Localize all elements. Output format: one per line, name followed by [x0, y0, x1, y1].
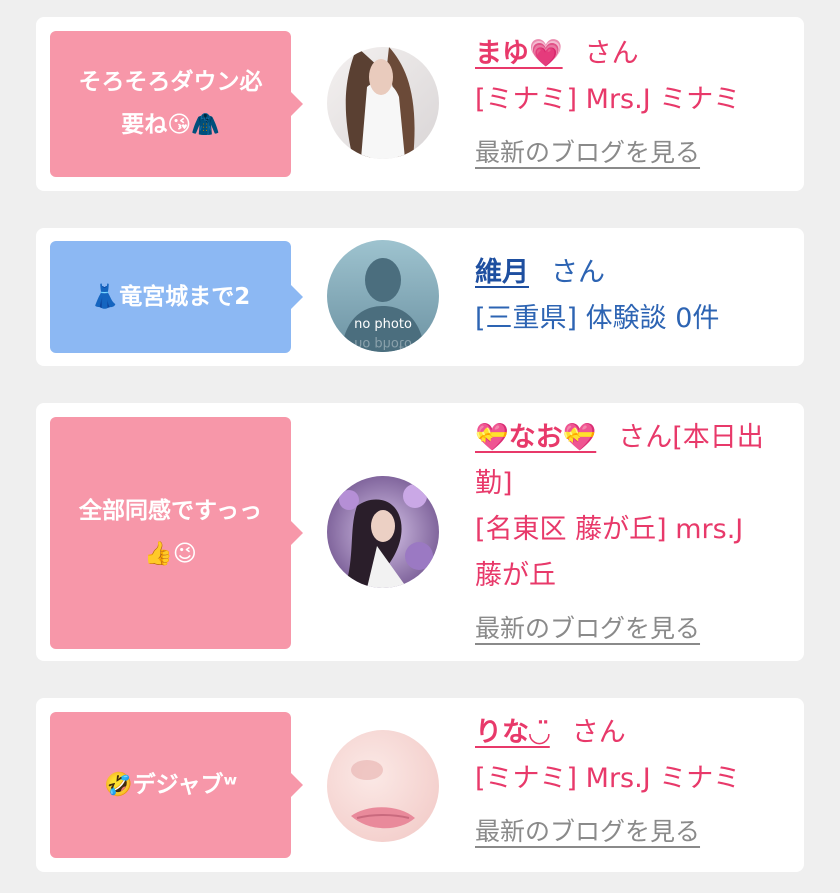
avatar[interactable] — [327, 476, 439, 588]
shop-detail: [名東区 藤が丘] mrs.J — [475, 514, 744, 545]
message-text: 👗竜宮城まで2 — [90, 283, 251, 310]
avatar[interactable] — [327, 47, 439, 159]
honorific: さん[本日出 — [618, 422, 764, 453]
honorific: さん — [551, 257, 605, 288]
message-bubble: 👗竜宮城まで2 — [50, 241, 303, 353]
message-text: 👍😉 — [144, 541, 197, 567]
post-card: 全部同感ですっっ 👍😉 💝なお💝 さん[本日出 勤] [名東区 藤が丘] mrs… — [36, 403, 804, 661]
shop-detail: [三重県] 体験談 0件 — [475, 303, 720, 334]
latest-blog-link[interactable]: 最新のブログを見る — [475, 133, 700, 169]
post-info: 維月 さん [三重県] 体験談 0件 — [475, 250, 790, 342]
message-text: 🤣デジャブʷ — [103, 771, 238, 798]
post-card: 🤣デジャブʷ りな◡̈ さん [ミナミ] Mrs.J ミナミ 最新のブログを見る — [36, 698, 804, 872]
post-card: そろそろダウン必 要ね😘🧥 まゆ💗 さん [ミナミ] Mrs.J ミナミ 最新の… — [36, 17, 804, 191]
latest-blog-link[interactable]: 最新のブログを見る — [475, 812, 700, 848]
honorific-continued: 勤] — [475, 468, 513, 499]
svg-text:no photo: no photo — [354, 336, 412, 351]
shop-detail: [ミナミ] Mrs.J ミナミ — [475, 84, 741, 115]
avatar[interactable] — [327, 730, 439, 842]
user-name-link[interactable]: まゆ💗 — [475, 38, 563, 69]
shop-detail: [ミナミ] Mrs.J ミナミ — [475, 763, 741, 794]
latest-blog-link[interactable]: 最新のブログを見る — [475, 609, 700, 645]
post-info: まゆ💗 さん [ミナミ] Mrs.J ミナミ 最新のブログを見る — [475, 31, 790, 169]
avatar[interactable]: no photo no photo — [327, 240, 439, 352]
message-text: 要ね😘🧥 — [121, 112, 220, 138]
message-text: 全部同感ですっっ — [78, 498, 263, 524]
honorific: さん — [584, 38, 639, 69]
user-name-link[interactable]: 維月 — [475, 257, 529, 288]
message-bubble: そろそろダウン必 要ね😘🧥 — [50, 31, 303, 177]
shop-detail: 藤が丘 — [475, 560, 556, 591]
post-info: 💝なお💝 さん[本日出 勤] [名東区 藤が丘] mrs.J 藤が丘 最新のブログ… — [475, 415, 790, 645]
message-text: そろそろダウン必 — [78, 69, 263, 95]
no-photo-label: no photo — [354, 317, 412, 332]
user-name-link[interactable]: りな◡̈ — [475, 717, 550, 748]
comment-list: そろそろダウン必 要ね😘🧥 まゆ💗 さん [ミナミ] Mrs.J ミナミ 最新の… — [0, 0, 840, 893]
post-info: りな◡̈ さん [ミナミ] Mrs.J ミナミ 最新のブログを見る — [475, 710, 790, 848]
message-bubble: 全部同感ですっっ 👍😉 — [50, 417, 303, 649]
user-name-link[interactable]: 💝なお💝 — [475, 422, 596, 453]
honorific: さん — [571, 717, 626, 748]
message-bubble: 🤣デジャブʷ — [50, 712, 303, 858]
post-card: 👗竜宮城まで2 no photo no photo 維月 さん [三重県] 体験… — [36, 228, 804, 366]
